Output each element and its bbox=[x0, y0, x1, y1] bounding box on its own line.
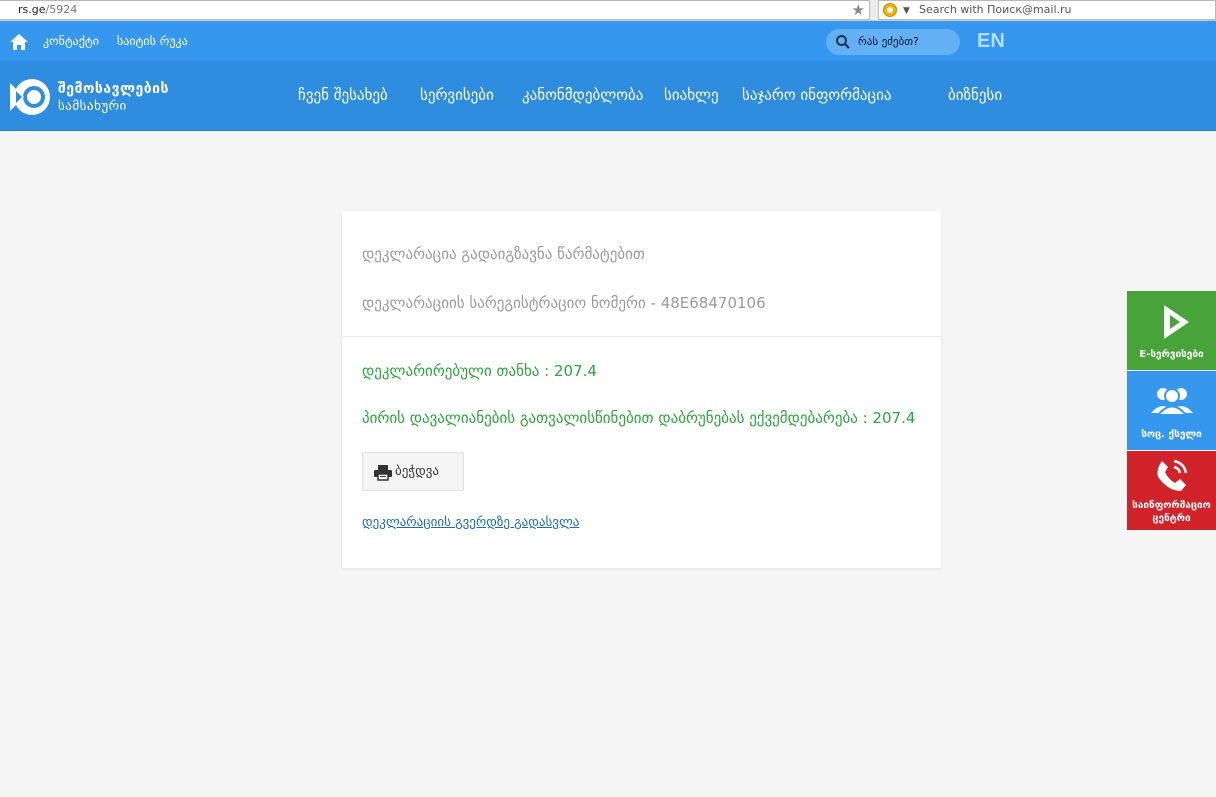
sitemap-link[interactable]: საიტის რუკა bbox=[117, 34, 188, 48]
contacts-link[interactable]: კონტაქტი bbox=[43, 34, 99, 48]
bookmark-star-icon[interactable]: ★ bbox=[852, 1, 865, 19]
card-header: დეკლარაცია გადაიგზავნა წარმატებით დეკლარ… bbox=[342, 211, 941, 337]
search-icon bbox=[836, 35, 850, 49]
utility-bar: კონტაქტი საიტის რუკა რას ეძებთ? EN bbox=[0, 21, 1216, 61]
nav-legislation[interactable]: კანონმდებლობა bbox=[522, 86, 643, 104]
address-text: rs.ge/5924 bbox=[18, 3, 78, 16]
browser-search-placeholder: Search with Поиск@mail.ru bbox=[919, 3, 1072, 16]
address-bar[interactable]: rs.ge/5924 ★ bbox=[0, 0, 870, 20]
site-search-input[interactable]: რას ეძებთ? bbox=[826, 29, 960, 55]
nav-business[interactable]: ბიზნესი bbox=[948, 86, 1002, 104]
rs-logo-icon[interactable] bbox=[8, 77, 52, 117]
refund-amount: პირის დავალიანების გათვალისწინებით დაბრუ… bbox=[362, 409, 916, 427]
declared-amount: დეკლარირებული თანხა : 207.4 bbox=[362, 362, 597, 380]
play-icon bbox=[1164, 305, 1189, 339]
users-icon bbox=[1151, 388, 1193, 416]
registration-number: დეკლარაციის სარეგისტრაციო ნომერი - 48E68… bbox=[362, 294, 766, 312]
info-center-button[interactable]: საინფორმაციო ცენტრი bbox=[1127, 451, 1216, 530]
nav-services[interactable]: სერვისები bbox=[420, 86, 494, 104]
home-icon[interactable] bbox=[9, 33, 29, 51]
back-to-declaration-link[interactable]: დეკლარაციის გვერდზე გადასვლა bbox=[362, 515, 579, 530]
dropdown-caret-icon[interactable]: ▼ bbox=[903, 2, 910, 20]
social-network-label: სოც. ქსელი bbox=[1141, 429, 1202, 440]
nav-public-info[interactable]: საჯარო ინფორმაცია bbox=[742, 86, 892, 104]
declaration-result-card: დეკლარაცია გადაიგზავნა წარმატებით დეკლარ… bbox=[342, 211, 941, 568]
info-center-label-line1: საინფორმაციო bbox=[1132, 500, 1211, 511]
success-message: დეკლარაცია გადაიგზავნა წარმატებით bbox=[362, 245, 645, 263]
e-services-label: E-სერვისები bbox=[1139, 349, 1204, 360]
print-button[interactable]: ბეჭდვა bbox=[362, 452, 464, 491]
print-button-label: ბეჭდვა bbox=[395, 464, 439, 479]
browser-search-box[interactable]: ▼ Search with Поиск@mail.ru bbox=[878, 0, 1216, 20]
info-center-label-line2: ცენტრი bbox=[1152, 513, 1191, 524]
browser-toolbar: rs.ge/5924 ★ ▼ Search with Поиск@mail.ru bbox=[0, 0, 1216, 21]
nav-news[interactable]: სიახლე bbox=[664, 86, 719, 104]
nav-about[interactable]: ჩვენ შესახებ bbox=[298, 86, 388, 104]
site-search-placeholder: რას ეძებთ? bbox=[858, 35, 919, 48]
phone-icon bbox=[1157, 459, 1188, 491]
e-services-button[interactable]: E-სერვისები bbox=[1127, 291, 1216, 370]
main-navigation: შემოსავლების სამსახური ჩვენ შესახებ სერვ… bbox=[0, 61, 1216, 131]
logo-title: შემოსავლების bbox=[58, 81, 170, 97]
printer-icon bbox=[374, 465, 392, 481]
language-switch[interactable]: EN bbox=[977, 30, 1005, 53]
logo-subtitle: სამსახური bbox=[58, 99, 127, 114]
social-network-button[interactable]: სოც. ქსელი bbox=[1127, 371, 1216, 450]
search-engine-icon[interactable] bbox=[883, 3, 897, 17]
